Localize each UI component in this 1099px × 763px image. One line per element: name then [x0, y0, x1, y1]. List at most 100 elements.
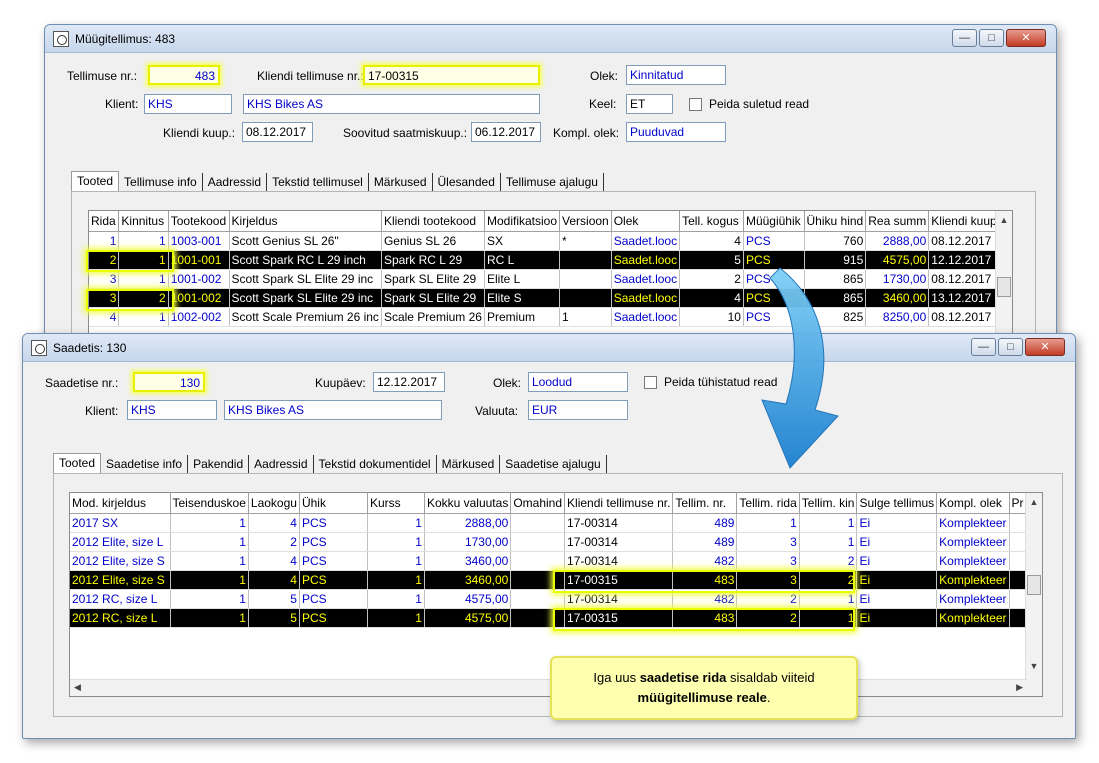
cell-sulge[interactable]: Ei — [856, 513, 938, 533]
cell-kurss[interactable]: 1 — [367, 513, 425, 533]
cell-kl_kood[interactable]: Spark SL Elite 29 — [381, 288, 485, 308]
cell-kokku[interactable]: 4575,00 — [424, 608, 512, 628]
cell-tell_nr[interactable]: 489 — [672, 532, 738, 552]
cell-mod[interactable]: 2012 Elite, size L — [70, 532, 171, 552]
cell-kl_tell[interactable]: 17-00315 — [564, 570, 674, 590]
cell-kogus[interactable]: 2 — [679, 269, 744, 289]
column-header[interactable]: Olek — [611, 211, 681, 232]
column-header[interactable]: Kliendi tootekood — [381, 211, 485, 232]
cell-teis[interactable]: 1 — [170, 513, 249, 533]
cell-rida[interactable]: 3 — [89, 269, 120, 289]
cell-kinnitus[interactable]: 1 — [118, 269, 169, 289]
cell-kl_kood[interactable]: Spark RC L 29 — [381, 250, 485, 270]
desired-ship-field[interactable]: 06.12.2017 — [471, 122, 541, 142]
client-name-field[interactable]: KHS Bikes AS — [243, 94, 540, 114]
maximize-button[interactable]: □ — [979, 29, 1004, 47]
tab-tekstid-tellimusel[interactable]: Tekstid tellimusel — [267, 173, 369, 192]
table-row[interactable]: 2012 RC, size L 1 5 PCS 1 4575,00 17-00315 483 2… — [70, 608, 1027, 628]
cell-yhik[interactable]: PCS — [299, 570, 368, 590]
cell-rida[interactable]: 1 — [89, 231, 120, 251]
cell-kirjeldus[interactable]: Scott Genius SL 26" — [229, 231, 382, 251]
column-header[interactable]: Rida — [89, 211, 120, 232]
client-date-field[interactable]: 08.12.2017 — [242, 122, 313, 142]
cell-kogus[interactable]: 10 — [679, 307, 744, 327]
cell-ver[interactable] — [559, 288, 612, 308]
cell-kompl[interactable]: Komplekteer — [936, 608, 1010, 628]
cell-mod[interactable]: RC L — [484, 250, 561, 270]
cell-kirjeldus[interactable]: Scott Spark SL Elite 29 inc — [229, 288, 382, 308]
cell-kuup[interactable]: 08.12.2017 — [928, 307, 1004, 327]
scroll-right-arrow-icon[interactable]: ▶ — [1016, 682, 1023, 693]
cell-kood[interactable]: 1002-002 — [168, 307, 230, 327]
column-header[interactable]: Ühik — [299, 493, 368, 514]
cell-kl_tell[interactable]: 17-00315 — [564, 608, 674, 628]
scroll-down-arrow-icon[interactable]: ▼ — [1026, 661, 1042, 671]
cell-hind[interactable]: 760 — [804, 231, 867, 251]
cell-lao[interactable]: 5 — [248, 608, 300, 628]
cell-kogus[interactable]: 5 — [679, 250, 744, 270]
cell-yhik[interactable]: PCS — [299, 608, 368, 628]
client-order-no-field[interactable]: 17-00315 — [363, 65, 540, 85]
cell-tell_kin[interactable]: 2 — [799, 551, 858, 571]
column-header[interactable]: Kinnitus — [118, 211, 169, 232]
cell-hind[interactable]: 915 — [804, 250, 867, 270]
cell-kinnitus[interactable]: 1 — [118, 307, 169, 327]
cell-kompl[interactable]: Komplekteer — [936, 532, 1010, 552]
language-field[interactable]: ET — [626, 94, 673, 114]
tab-tooted[interactable]: Tooted — [53, 453, 102, 474]
cell-omah[interactable] — [510, 589, 566, 609]
cell-kl_kood[interactable]: Scale Premium 26 — [381, 307, 485, 327]
cell-sulge[interactable]: Ei — [856, 608, 938, 628]
cell-tell_nr[interactable]: 482 — [672, 551, 738, 571]
cell-tell_rida[interactable]: 3 — [736, 551, 800, 571]
cell-sulge[interactable]: Ei — [856, 570, 938, 590]
cell-summa[interactable]: 1730,00 — [865, 269, 930, 289]
cell-tell_rida[interactable]: 2 — [736, 589, 800, 609]
cell-hind[interactable]: 865 — [804, 269, 867, 289]
cell-teis[interactable]: 1 — [170, 608, 249, 628]
cell-summa[interactable]: 2888,00 — [865, 231, 930, 251]
cell-kurss[interactable]: 1 — [367, 589, 425, 609]
cell-tell_kin[interactable]: 1 — [799, 513, 858, 533]
cell-summa[interactable]: 8250,00 — [865, 307, 930, 327]
cell-mod[interactable]: 2012 Elite, size S — [70, 551, 171, 571]
column-header[interactable]: Tellim. nr. — [672, 493, 738, 514]
status-field[interactable]: Kinnitatud — [626, 65, 726, 85]
cell-kuup[interactable]: 12.12.2017 — [928, 250, 1004, 270]
cell-rida[interactable]: 2 — [89, 250, 120, 270]
cell-yhik[interactable]: PCS — [299, 532, 368, 552]
shipment-no-field[interactable]: 130 — [133, 372, 205, 392]
cell-ver[interactable]: 1 — [559, 307, 612, 327]
cell-kogus[interactable]: 4 — [679, 231, 744, 251]
currency-field[interactable]: EUR — [528, 400, 628, 420]
cell-omah[interactable] — [510, 551, 566, 571]
cell-kompl[interactable]: Komplekteer — [936, 551, 1010, 571]
cell-olek[interactable]: Saadet.looc — [611, 288, 681, 308]
cell-olek[interactable]: Saadet.looc — [611, 231, 681, 251]
cell-mod[interactable]: Premium — [484, 307, 561, 327]
cell-tell_nr[interactable]: 489 — [672, 513, 738, 533]
cell-lao[interactable]: 4 — [248, 551, 300, 571]
cell-kokku[interactable]: 3460,00 — [424, 551, 512, 571]
cell-yhik[interactable]: PCS — [299, 589, 368, 609]
column-header[interactable]: Modifikatsioo — [484, 211, 561, 232]
table-row[interactable]: 1 1 1003-001 Scott Genius SL 26" Genius SL 2… — [89, 231, 1012, 251]
close-button[interactable]: ✕ — [1025, 338, 1065, 356]
cell-tell_nr[interactable]: 483 — [672, 608, 738, 628]
cell-olek[interactable]: Saadet.looc — [611, 307, 681, 327]
cell-mod[interactable]: Elite L — [484, 269, 561, 289]
cell-mod[interactable]: 2012 Elite, size S — [70, 570, 171, 590]
minimize-button[interactable]: — — [952, 29, 977, 47]
cell-tell_kin[interactable]: 1 — [799, 532, 858, 552]
cell-lao[interactable]: 2 — [248, 532, 300, 552]
scroll-left-arrow-icon[interactable]: ◀ — [74, 682, 81, 693]
tab-ulesanded[interactable]: Ülesanded — [433, 173, 501, 192]
cell-omah[interactable] — [510, 513, 566, 533]
column-header[interactable]: Ühiku hind — [804, 211, 867, 232]
column-header[interactable]: Kompl. olek — [936, 493, 1010, 514]
tab-markused[interactable]: Märkused — [437, 455, 501, 474]
cell-mod[interactable]: SX — [484, 231, 561, 251]
cell-teis[interactable]: 1 — [170, 570, 249, 590]
column-header[interactable]: Kurss — [367, 493, 425, 514]
cell-hind[interactable]: 825 — [804, 307, 867, 327]
